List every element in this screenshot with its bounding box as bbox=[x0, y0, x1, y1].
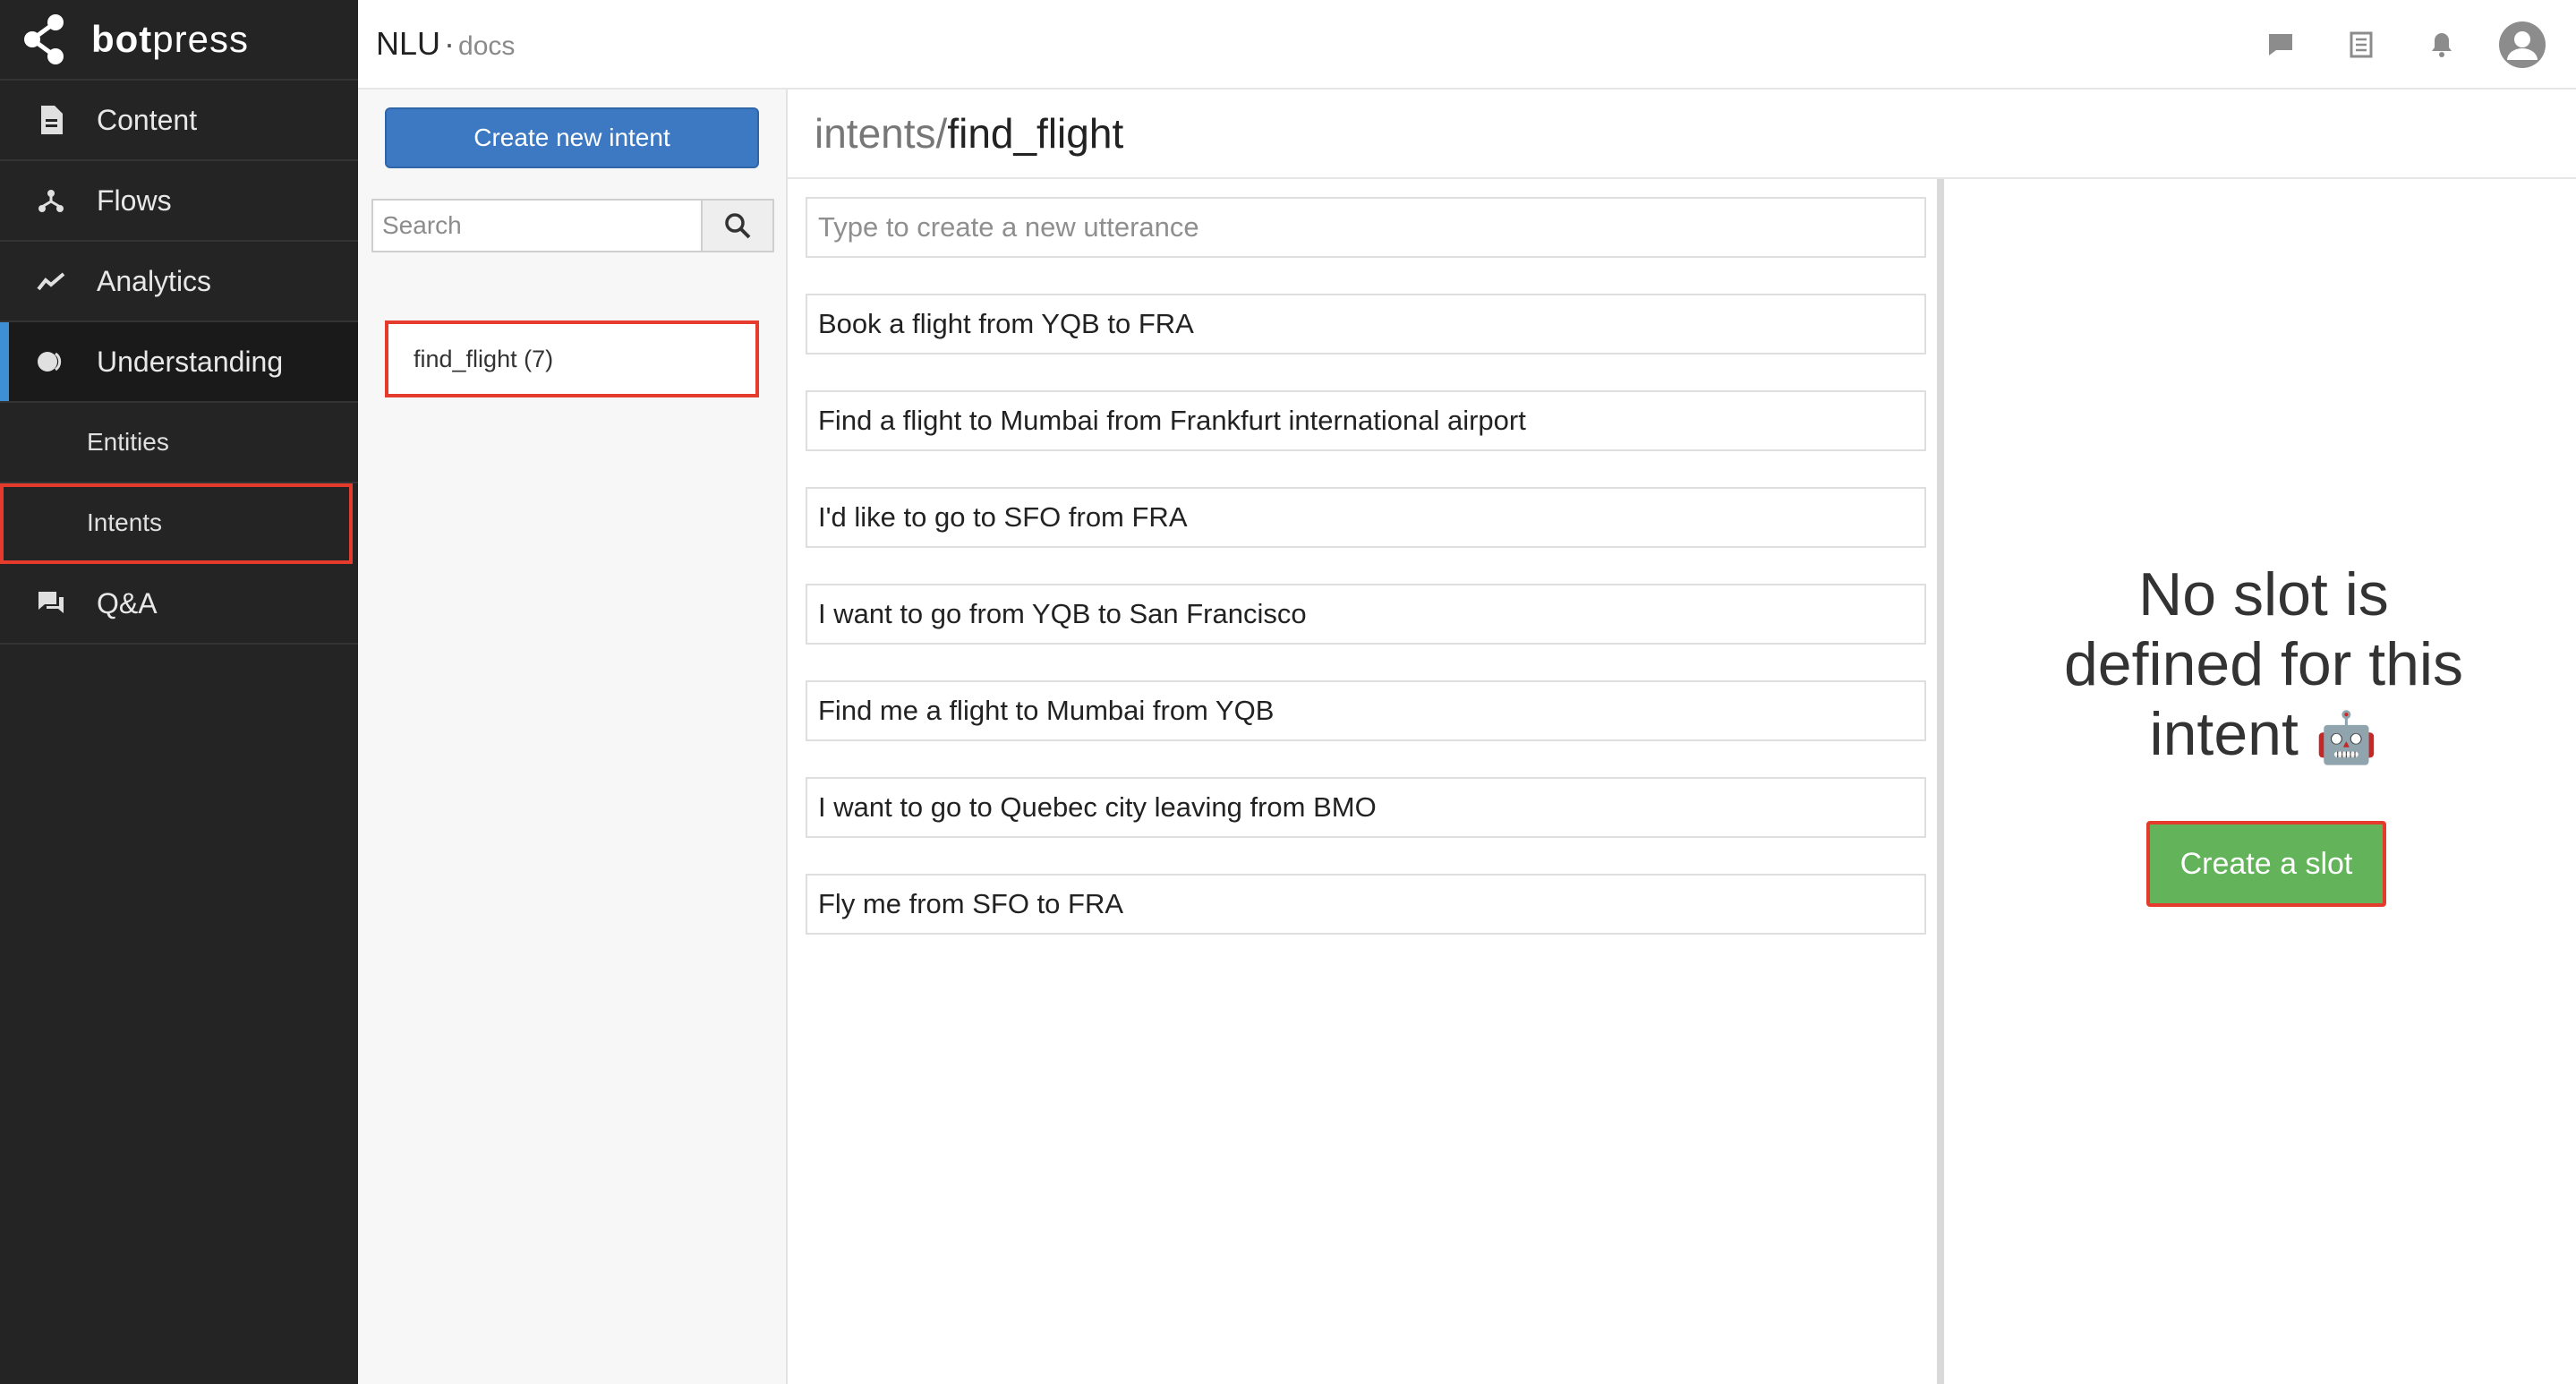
sidebar-item-label: Q&A bbox=[97, 586, 158, 619]
intent-list-panel: Create new intent find_flight (7) bbox=[358, 90, 788, 1384]
no-slot-line: intent 🤖 bbox=[1951, 699, 2576, 773]
chat-icon bbox=[36, 588, 66, 619]
create-intent-button[interactable]: Create new intent bbox=[385, 107, 759, 168]
utterance-item[interactable]: I'd like to go to SFO from FRA bbox=[806, 487, 1926, 548]
notifications-bell-icon[interactable] bbox=[2415, 18, 2469, 72]
sidebar-item-label: Flows bbox=[97, 184, 172, 217]
user-avatar-icon[interactable] bbox=[2495, 18, 2549, 72]
intent-header: intents/find_flight bbox=[788, 90, 2576, 179]
module-title: NLU bbox=[376, 25, 441, 62]
flow-icon bbox=[36, 185, 66, 216]
intent-item-label: find_flight (7) bbox=[414, 345, 554, 372]
intent-search-input[interactable] bbox=[371, 199, 703, 252]
intent-name: find_flight bbox=[947, 110, 1124, 157]
sidebar-item-flows[interactable]: Flows bbox=[0, 161, 358, 242]
brand-name: botpress bbox=[91, 18, 249, 60]
app-root: botpress Content Flows Analytics Underst bbox=[0, 0, 2576, 1384]
sidebar-item-label: Understanding bbox=[97, 345, 284, 378]
no-slot-line: defined for this bbox=[2063, 630, 2464, 698]
no-slot-word: intent bbox=[2149, 700, 2299, 768]
understanding-icon bbox=[36, 346, 66, 377]
logs-icon[interactable] bbox=[2334, 18, 2388, 72]
sidebar: botpress Content Flows Analytics Underst bbox=[0, 0, 358, 1384]
bot-name: docs bbox=[458, 31, 516, 61]
emulator-chat-icon[interactable] bbox=[2254, 18, 2307, 72]
utterance-item[interactable]: I want to go to Quebec city leaving from… bbox=[806, 777, 1926, 838]
sidebar-item-content[interactable]: Content bbox=[0, 81, 358, 161]
sidebar-subitem-intents[interactable]: Intents bbox=[0, 483, 353, 564]
new-utterance-input[interactable]: Type to create a new utterance bbox=[806, 197, 1926, 258]
intent-path: intents/ bbox=[815, 110, 948, 157]
sidebar-subitem-entities[interactable]: Entities bbox=[0, 403, 358, 483]
top-header: NLU · docs bbox=[358, 0, 2576, 90]
brand[interactable]: botpress bbox=[0, 0, 358, 81]
create-slot-button[interactable]: Create a slot bbox=[2146, 821, 2386, 907]
botpress-logo-icon bbox=[24, 14, 64, 64]
search-icon bbox=[725, 213, 751, 239]
utterance-item[interactable]: I want to go from YQB to San Francisco bbox=[806, 584, 1926, 645]
sidebar-subitem-label: Intents bbox=[87, 508, 163, 536]
utterance-item[interactable]: Fly me from SFO to FRA bbox=[806, 874, 1926, 935]
utterance-item[interactable]: Find me a flight to Mumbai from YQB bbox=[806, 680, 1926, 741]
page-title: NLU · docs bbox=[376, 25, 515, 63]
no-slot-message: No slot is defined for this intent 🤖 bbox=[1951, 560, 2576, 773]
sidebar-subitem-label: Entities bbox=[87, 428, 169, 456]
sidebar-item-analytics[interactable]: Analytics bbox=[0, 242, 358, 322]
intent-search bbox=[371, 199, 774, 252]
document-icon bbox=[36, 105, 66, 135]
title-separator: · bbox=[444, 25, 456, 62]
sidebar-item-understanding[interactable]: Understanding bbox=[0, 322, 358, 403]
analytics-icon bbox=[36, 266, 66, 296]
sidebar-item-qa[interactable]: Q&A bbox=[0, 564, 358, 645]
sidebar-item-label: Analytics bbox=[97, 264, 212, 297]
utterance-item[interactable]: Find a flight to Mumbai from Frankfurt i… bbox=[806, 390, 1926, 451]
intent-list-item[interactable]: find_flight (7) bbox=[385, 320, 759, 397]
header-actions bbox=[2227, 18, 2549, 72]
utterance-item[interactable]: Book a flight from YQB to FRA bbox=[806, 294, 1926, 355]
no-slot-line: No slot is bbox=[2138, 560, 2389, 628]
utterance-list: Type to create a new utterance Book a fl… bbox=[806, 197, 1926, 970]
search-button[interactable] bbox=[703, 199, 774, 252]
sidebar-item-label: Content bbox=[97, 103, 198, 136]
utterances-panel: intents/find_flight Type to create a new… bbox=[788, 90, 2576, 1384]
robot-icon: 🤖 bbox=[2315, 709, 2378, 765]
slots-panel: No slot is defined for this intent 🤖 Cre… bbox=[1951, 179, 2576, 1384]
